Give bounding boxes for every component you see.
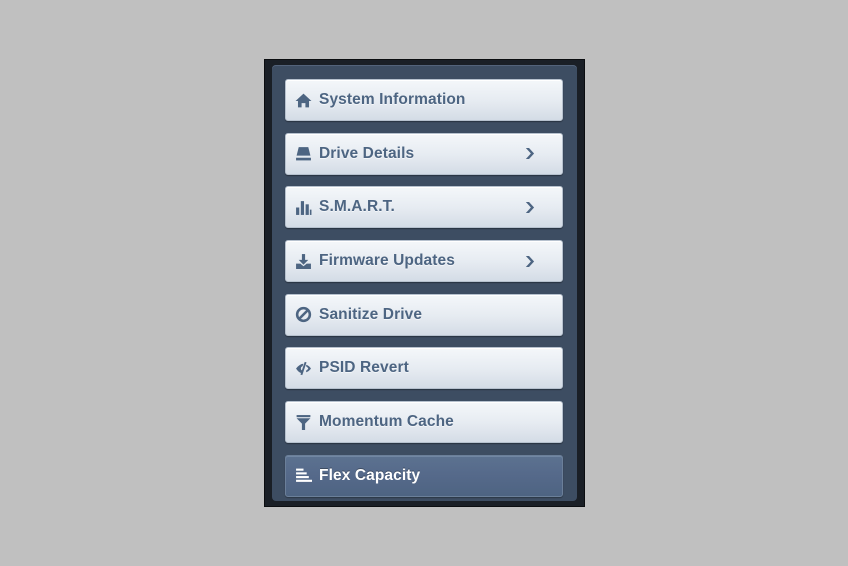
sidebar-panel: System Information Drive Details S.M.A.R… (264, 59, 585, 507)
drive-icon (294, 145, 312, 163)
nav-item-label: Drive Details (319, 144, 415, 162)
nav-item-momentum-cache[interactable]: Momentum Cache (285, 401, 563, 444)
nav-item-system-information[interactable]: System Information (285, 79, 563, 121)
nav-item-label: PSID Revert (319, 359, 409, 377)
home-icon (294, 91, 312, 109)
chevron-right-icon (523, 254, 535, 268)
nav-item-label: Momentum Cache (319, 413, 454, 431)
nav-item-psid-revert[interactable]: PSID Revert (285, 347, 563, 390)
eye-slash-icon (294, 359, 312, 377)
nav-item-label: Flex Capacity (319, 466, 421, 484)
nav-item-label: Sanitize Drive (319, 305, 423, 323)
nav-item-label: S.M.A.R.T. (319, 198, 395, 216)
chevron-right-icon (523, 147, 535, 161)
bar-chart-icon (294, 198, 312, 216)
download-icon (294, 252, 312, 270)
chevron-right-icon (523, 200, 535, 214)
sidebar-nav: System Information Drive Details S.M.A.R… (272, 65, 577, 501)
align-left-icon (294, 467, 312, 485)
filter-icon (294, 413, 312, 431)
nav-item-flex-capacity[interactable]: Flex Capacity (285, 454, 563, 497)
ban-icon (294, 306, 312, 324)
nav-item-firmware-updates[interactable]: Firmware Updates (285, 240, 563, 283)
nav-item-sanitize-drive[interactable]: Sanitize Drive (285, 293, 563, 336)
nav-item-label: System Information (319, 91, 466, 108)
nav-item-label: Firmware Updates (319, 252, 455, 270)
nav-item-smart[interactable]: S.M.A.R.T. (285, 186, 563, 229)
nav-item-drive-details[interactable]: Drive Details (285, 132, 563, 175)
